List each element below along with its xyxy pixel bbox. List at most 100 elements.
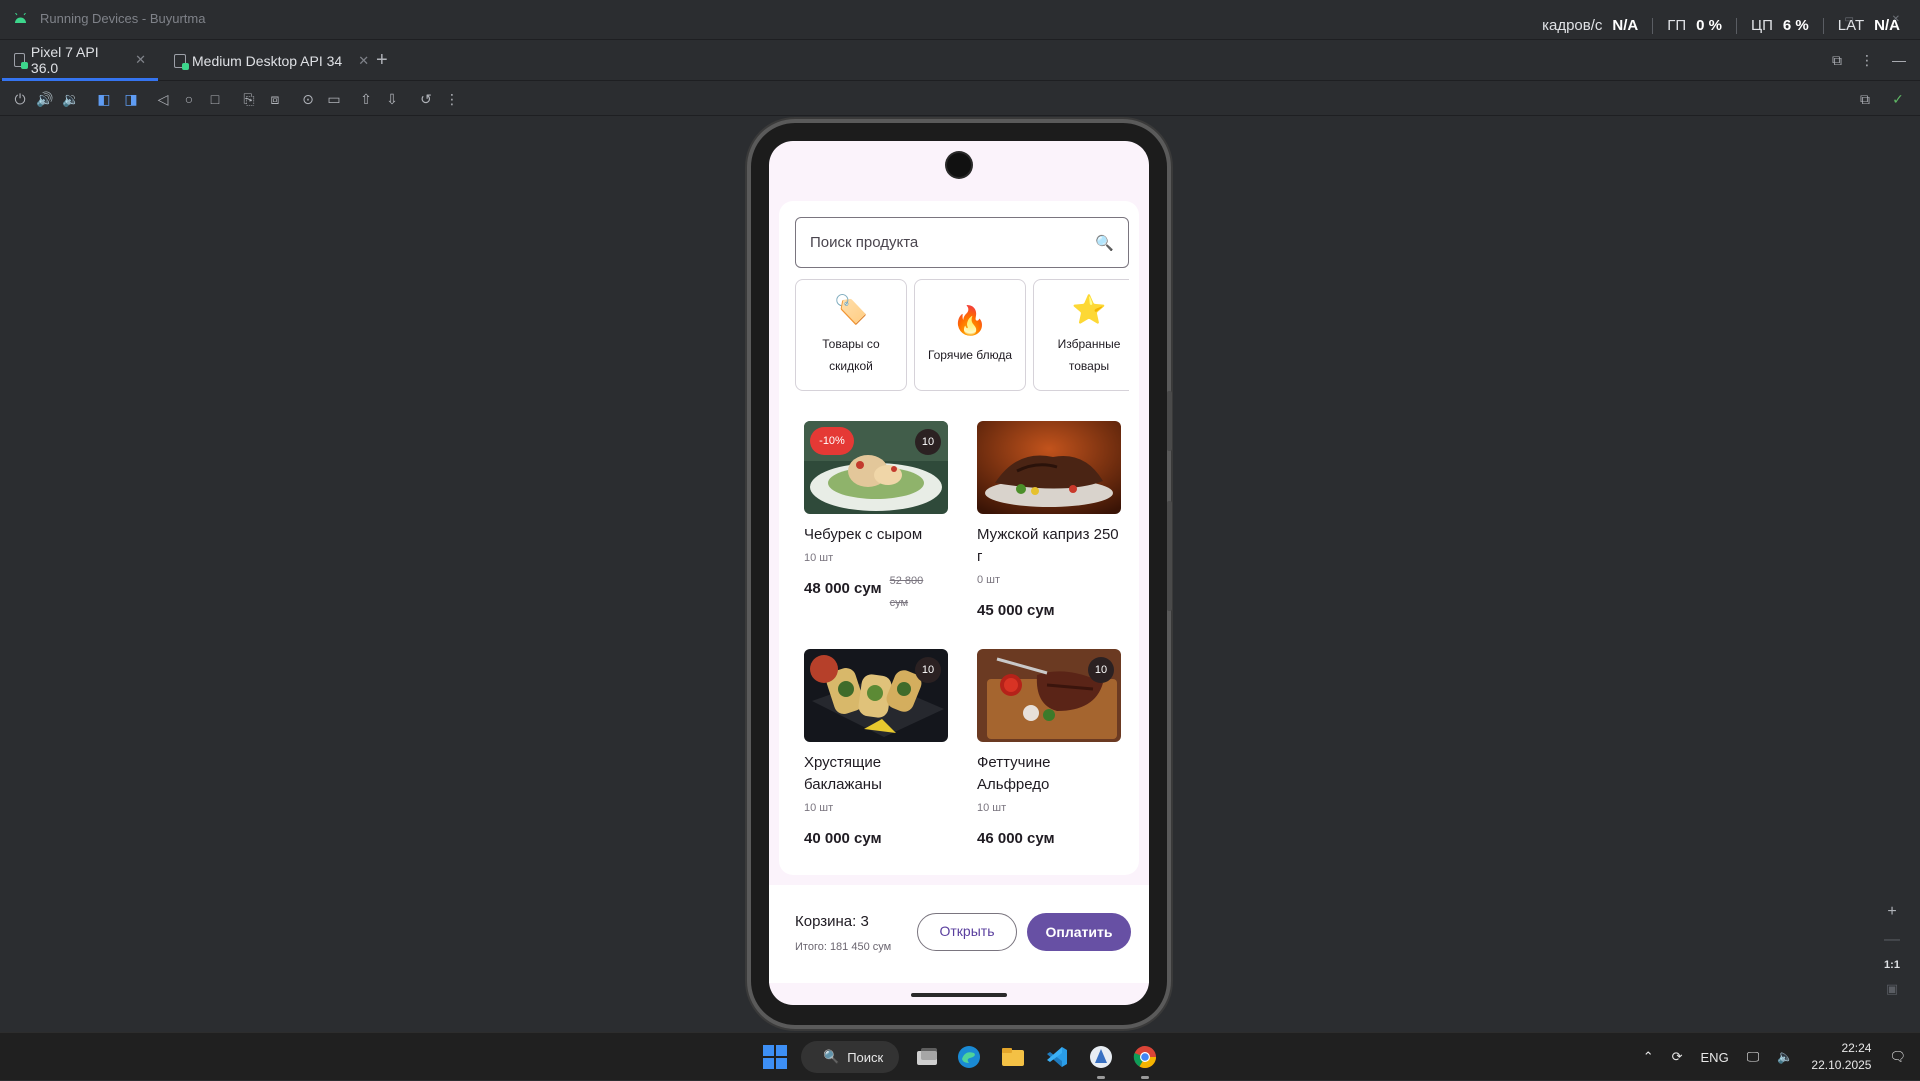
tab-medium-desktop[interactable]: Medium Desktop API 34 ✕	[162, 41, 381, 81]
screenshot-icon[interactable]: ⊙	[299, 90, 317, 108]
title-bar: Running Devices - Buyurtma ▭ ✕ кадров/с N…	[0, 0, 1920, 40]
quantity-badge: 10	[915, 657, 941, 683]
product-image: -10% 10	[804, 421, 948, 514]
phone-screen[interactable]: Поиск продукта 🔍 🏷️ Товары со скидкой 🔥 …	[769, 141, 1149, 1005]
fire-icon: 🔥	[952, 305, 988, 336]
fps-stat: кадров/с N/A	[1528, 18, 1654, 34]
category-label: Товары со скидкой	[822, 337, 880, 373]
hide-panel-icon[interactable]: —	[1892, 52, 1906, 69]
sync-icon[interactable]: ⟳	[1672, 1049, 1683, 1065]
zoom-out-icon[interactable]: —	[1884, 931, 1900, 949]
camera-cutout	[947, 153, 971, 177]
more-options-icon[interactable]: ⋮	[1860, 52, 1874, 69]
product-price: 45 000 сум	[977, 602, 1055, 619]
restore-layout-icon[interactable]: ⧉	[1832, 52, 1842, 69]
product-quantity: 0 шт	[977, 574, 1001, 586]
product-card[interactable]: -10% 10 Чебурек с сыром 10 шт 48 000 сум…	[804, 421, 948, 614]
volume-down-icon[interactable]: 🔉	[62, 90, 80, 108]
zoom-actual-size-button[interactable]: 1:1	[1884, 959, 1900, 971]
language-indicator[interactable]: ENG	[1701, 1050, 1729, 1065]
mirror-icon[interactable]: ⧈	[266, 90, 284, 108]
vscode-icon[interactable]	[1041, 1041, 1073, 1073]
volume-side-button	[1167, 501, 1172, 611]
gpu-stat: ГП 0 %	[1653, 18, 1737, 34]
taskbar: 🔍 Поиск ⌃ ⟳ ENG 🖵 🔈 22:24 22.10.2025 🗨	[0, 1032, 1920, 1080]
power-icon[interactable]: ⏻	[11, 90, 29, 108]
taskbar-search-label: Поиск	[847, 1049, 884, 1065]
volume-icon[interactable]: 🔈	[1777, 1049, 1793, 1065]
screen-record-icon[interactable]: ▭	[325, 90, 343, 108]
notifications-icon[interactable]: 🗨	[1889, 1049, 1906, 1065]
category-row: 🏷️ Товары со скидкой 🔥 Горячие блюда ⭐ И…	[795, 279, 1129, 391]
import-icon[interactable]: ⇩	[383, 90, 401, 108]
latency-stat: LAT N/A	[1837, 17, 1900, 34]
product-quantity: 10 шт	[804, 802, 834, 814]
android-studio-icon[interactable]	[1085, 1041, 1117, 1079]
chevron-up-icon[interactable]: ⌃	[1643, 1049, 1654, 1065]
product-image	[977, 421, 1121, 514]
product-name: Феттучине Альфредо	[977, 754, 1051, 793]
price-row: 46 000 сум	[977, 828, 1121, 850]
volume-up-icon[interactable]: 🔊	[36, 90, 54, 108]
clock[interactable]: 22:24 22.10.2025	[1811, 1040, 1871, 1074]
edge-browser-icon[interactable]	[953, 1041, 985, 1073]
product-card[interactable]: 10 Феттучине Альфредо 10 шт 46 000 сум	[977, 649, 1121, 850]
product-card[interactable]: Мужской каприз 250 г 0 шт 45 000 сум	[977, 421, 1121, 622]
check-icon[interactable]: ✓	[1889, 90, 1907, 108]
fold-icon[interactable]: ⎘	[240, 90, 258, 108]
system-tray: ⌃ ⟳ ENG 🖵 🔈 22:24 22.10.2025 🗨	[1643, 1033, 1906, 1081]
product-image: 10	[804, 649, 948, 742]
category-discount[interactable]: 🏷️ Товары со скидкой	[795, 279, 907, 391]
device-frame-icon[interactable]: ⧉	[1856, 90, 1874, 108]
overview-icon[interactable]: □	[206, 90, 224, 108]
home-icon[interactable]: ○	[180, 90, 198, 108]
tab-actions: ⧉ ⋮ —	[1832, 52, 1906, 69]
open-cart-button[interactable]: Открыть	[917, 913, 1017, 951]
toolbar-more-icon[interactable]: ⋮	[443, 90, 461, 108]
product-name: Мужской каприз 250 г	[977, 526, 1119, 565]
running-indicator	[1141, 1076, 1149, 1079]
task-view-icon[interactable]	[911, 1041, 943, 1073]
add-device-icon[interactable]: +	[376, 49, 388, 72]
zoom-in-icon[interactable]: +	[1887, 903, 1896, 921]
phone-frame: Поиск продукта 🔍 🏷️ Товары со скидкой 🔥 …	[747, 119, 1172, 1029]
windows-icon	[763, 1045, 787, 1069]
cart-total: Итого: 181 450 сум	[795, 941, 892, 953]
product-name: Хрустящие баклажаны	[804, 754, 882, 793]
tab-pixel-7[interactable]: Pixel 7 API 36.0 ✕	[2, 41, 158, 81]
taskbar-search[interactable]: 🔍 Поиск	[801, 1041, 899, 1073]
device-tab-bar: Pixel 7 API 36.0 ✕ Medium Desktop API 34…	[0, 41, 1920, 81]
discount-badge: -10%	[810, 427, 854, 455]
chrome-icon[interactable]	[1129, 1041, 1161, 1079]
file-explorer-icon[interactable]	[997, 1041, 1029, 1073]
search-icon: 🔍	[823, 1049, 840, 1064]
zoom-fit-icon[interactable]: ▣	[1886, 981, 1898, 997]
search-icon[interactable]: 🔍	[1095, 234, 1114, 252]
close-tab-icon[interactable]: ✕	[358, 53, 369, 69]
rotate-right-icon[interactable]: ◨	[122, 90, 140, 108]
reset-icon[interactable]: ↺	[417, 90, 435, 108]
close-tab-icon[interactable]: ✕	[135, 52, 146, 68]
network-icon[interactable]: 🖵	[1747, 1049, 1760, 1065]
tab-label: Pixel 7 API 36.0	[30, 43, 99, 76]
product-image: 10	[977, 649, 1121, 742]
search-field[interactable]: Поиск продукта 🔍	[795, 217, 1129, 268]
product-quantity: 10 шт	[977, 802, 1007, 814]
cart-count: Корзина: 3	[795, 913, 869, 930]
pay-button[interactable]: Оплатить	[1027, 913, 1131, 951]
back-icon[interactable]: ◁	[154, 90, 172, 108]
category-favorites[interactable]: ⭐ Избранные товары	[1033, 279, 1129, 391]
export-icon[interactable]: ⇧	[357, 90, 375, 108]
category-hot-dishes[interactable]: 🔥 Горячие блюда	[914, 279, 1026, 391]
price-row: 45 000 сум	[977, 600, 1121, 622]
category-label: Избранные товары	[1057, 337, 1121, 373]
home-indicator[interactable]	[911, 993, 1007, 997]
star-icon: ⭐	[1071, 294, 1107, 325]
price-row: 48 000 сум 52 800 сум	[804, 575, 948, 614]
rotate-left-icon[interactable]: ◧	[95, 90, 113, 108]
power-side-button	[1167, 391, 1172, 451]
product-price: 48 000 сум	[804, 580, 882, 597]
product-price: 46 000 сум	[977, 830, 1055, 847]
product-card[interactable]: 10 Хрустящие баклажаны 10 шт 40 000 сум	[804, 649, 948, 850]
start-button[interactable]	[759, 1041, 791, 1073]
